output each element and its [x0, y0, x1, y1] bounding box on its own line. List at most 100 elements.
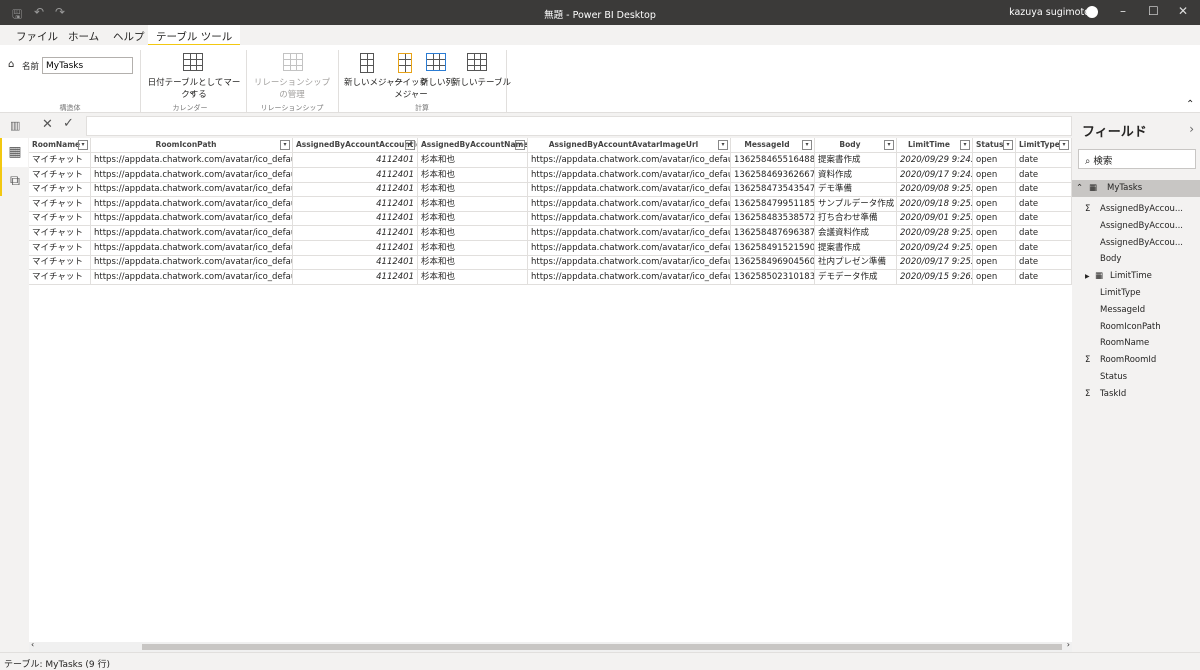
filter-dropdown-icon[interactable]: ▾ [884, 140, 894, 150]
cell-status[interactable]: open [973, 196, 1016, 212]
cell-limit-time[interactable]: 2020/09/28 9:25:39 [897, 226, 973, 241]
column-header-status[interactable]: Status ▾ [973, 138, 1016, 153]
scroll-right-icon[interactable]: › [1067, 640, 1070, 649]
cancel-icon[interactable]: ✕ [42, 117, 53, 132]
filter-dropdown-icon[interactable]: ▾ [515, 140, 525, 150]
cell-status[interactable]: open [973, 182, 1016, 198]
cell-avatar-url[interactable]: https://appdata.chatwork.com/avatar/ico_… [528, 226, 731, 241]
model-view-icon[interactable]: ⧉ [0, 167, 28, 196]
field-item[interactable]: LimitType [1072, 285, 1200, 302]
cell-body[interactable]: デモデータ作成 [815, 269, 897, 285]
collapse-pane-icon[interactable]: › [1189, 122, 1194, 136]
cell-room-icon-path[interactable]: https://appdata.chatwork.com/avatar/ico_… [91, 211, 293, 227]
cell-status[interactable]: open [973, 269, 1016, 285]
cell-limit-time[interactable]: 2020/09/17 9:25:59 [897, 255, 973, 271]
cell-room-name[interactable]: マイチャット [29, 196, 91, 212]
field-table-mytasks[interactable]: ⌃ ▦ MyTasks [1072, 180, 1200, 197]
cell-limit-type[interactable]: date [1016, 211, 1072, 227]
formula-input[interactable] [86, 116, 1072, 136]
maximize-icon[interactable]: ☐ [1148, 4, 1159, 18]
cell-limit-time[interactable]: 2020/09/24 9:25:49 [897, 240, 973, 256]
cell-room-name[interactable]: マイチャット [29, 182, 91, 198]
cell-room-name[interactable]: マイチャット [29, 226, 91, 241]
filter-dropdown-icon[interactable]: ▾ [78, 140, 88, 150]
column-header-message-id[interactable]: MessageId ▾ [731, 138, 815, 153]
fields-search-input[interactable]: ⌕ 検索 [1078, 149, 1196, 169]
cell-account-name[interactable]: 杉本和也 [418, 196, 528, 212]
cell-room-icon-path[interactable]: https://appdata.chatwork.com/avatar/ico_… [91, 269, 293, 285]
cell-status[interactable]: open [973, 167, 1016, 183]
cell-limit-type[interactable]: date [1016, 226, 1072, 241]
cell-body[interactable]: 社内プレゼン準備 [815, 255, 897, 271]
cell-message-id[interactable]: 1362584915215908864 [731, 240, 815, 256]
field-item[interactable]: Σ AssignedByAccou... [1072, 201, 1200, 218]
column-header-avatar-url[interactable]: AssignedByAccountAvatarImageUrl ▾ [528, 138, 731, 153]
cell-room-icon-path[interactable]: https://appdata.chatwork.com/avatar/ico_… [91, 226, 293, 241]
minimize-icon[interactable]: – [1120, 4, 1126, 18]
column-header-room-name[interactable]: RoomName ▾ [29, 138, 91, 153]
scrollbar-thumb[interactable] [142, 644, 1062, 650]
close-icon[interactable]: ✕ [1178, 4, 1188, 18]
cell-account-name[interactable]: 杉本和也 [418, 269, 528, 285]
cell-limit-time[interactable]: 2020/09/15 9:26:14 [897, 269, 973, 285]
cell-message-id[interactable]: 1362585023101837312 [731, 269, 815, 285]
cell-status[interactable]: open [973, 153, 1016, 168]
field-item[interactable]: AssignedByAccou... [1072, 235, 1200, 252]
cell-account-name[interactable]: 杉本和也 [418, 226, 528, 241]
cell-body[interactable]: デモ準備 [815, 182, 897, 198]
cell-body[interactable]: 資料作成 [815, 167, 897, 183]
cell-message-id[interactable]: 1362584655164887041 [731, 153, 815, 168]
column-header-body[interactable]: Body ▾ [815, 138, 897, 153]
cell-limit-time[interactable]: 2020/09/29 9:24:46 [897, 153, 973, 168]
cell-room-icon-path[interactable]: https://appdata.chatwork.com/avatar/ico_… [91, 182, 293, 198]
cell-room-icon-path[interactable]: https://appdata.chatwork.com/avatar/ico_… [91, 240, 293, 256]
cell-avatar-url[interactable]: https://appdata.chatwork.com/avatar/ico_… [528, 196, 731, 212]
field-item[interactable]: RoomIconPath [1072, 319, 1200, 336]
cell-room-icon-path[interactable]: https://appdata.chatwork.com/avatar/ico_… [91, 153, 293, 168]
cell-body[interactable]: 会議資料作成 [815, 226, 897, 241]
cell-account-name[interactable]: 杉本和也 [418, 153, 528, 168]
cell-message-id[interactable]: 1362584735435476992 [731, 182, 815, 198]
cell-limit-type[interactable]: date [1016, 167, 1072, 183]
cell-limit-time[interactable]: 2020/09/17 9:24:58 [897, 167, 973, 183]
cell-limit-type[interactable]: date [1016, 255, 1072, 271]
tab-file[interactable]: ファイル [16, 29, 58, 44]
filter-dropdown-icon[interactable]: ▾ [1003, 140, 1013, 150]
cell-room-icon-path[interactable]: https://appdata.chatwork.com/avatar/ico_… [91, 255, 293, 271]
cell-message-id[interactable]: 1362584799511859200 [731, 196, 815, 212]
cell-body[interactable]: 提案書作成 [815, 240, 897, 256]
cell-account-id[interactable]: 4112401 [293, 226, 418, 241]
cell-limit-type[interactable]: date [1016, 182, 1072, 198]
chevron-down-icon[interactable]: ⌄ [188, 87, 195, 97]
cell-avatar-url[interactable]: https://appdata.chatwork.com/avatar/ico_… [528, 211, 731, 227]
cell-account-id[interactable]: 4112401 [293, 167, 418, 183]
cell-limit-time[interactable]: 2020/09/18 9:25:17 [897, 196, 973, 212]
cell-message-id[interactable]: 1362584835385720832 [731, 211, 815, 227]
cell-limit-time[interactable]: 2020/09/01 9:25:31 [897, 211, 973, 227]
filter-dropdown-icon[interactable]: ▾ [280, 140, 290, 150]
field-item[interactable]: AssignedByAccou... [1072, 218, 1200, 235]
cell-room-name[interactable]: マイチャット [29, 240, 91, 256]
cell-status[interactable]: open [973, 211, 1016, 227]
cell-limit-type[interactable]: date [1016, 240, 1072, 256]
new-column-button[interactable]: 新しい列 [420, 76, 454, 88]
filter-dropdown-icon[interactable]: ▾ [960, 140, 970, 150]
cell-account-id[interactable]: 4112401 [293, 153, 418, 168]
cell-account-id[interactable]: 4112401 [293, 182, 418, 198]
cell-avatar-url[interactable]: https://appdata.chatwork.com/avatar/ico_… [528, 182, 731, 198]
field-item[interactable]: Status [1072, 369, 1200, 386]
column-header-limit-type[interactable]: LimitType ▾ [1016, 138, 1072, 153]
commit-icon[interactable]: ✓ [63, 116, 74, 131]
column-header-room-icon-path[interactable]: RoomIconPath ▾ [91, 138, 293, 153]
cell-room-icon-path[interactable]: https://appdata.chatwork.com/avatar/ico_… [91, 196, 293, 212]
new-table-button[interactable]: 新しいテーブル [452, 76, 511, 88]
filter-dropdown-icon[interactable]: ▾ [1059, 140, 1069, 150]
cell-account-name[interactable]: 杉本和也 [418, 182, 528, 198]
cell-status[interactable]: open [973, 255, 1016, 271]
cell-account-id[interactable]: 4112401 [293, 269, 418, 285]
manage-relationships-button[interactable]: リレーションシップの管理 [250, 76, 334, 100]
cell-room-name[interactable]: マイチャット [29, 255, 91, 271]
filter-dropdown-icon[interactable]: ▾ [802, 140, 812, 150]
chevron-up-icon[interactable]: ⌃ [1076, 180, 1083, 197]
cell-message-id[interactable]: 1362584693626675200 [731, 167, 815, 183]
